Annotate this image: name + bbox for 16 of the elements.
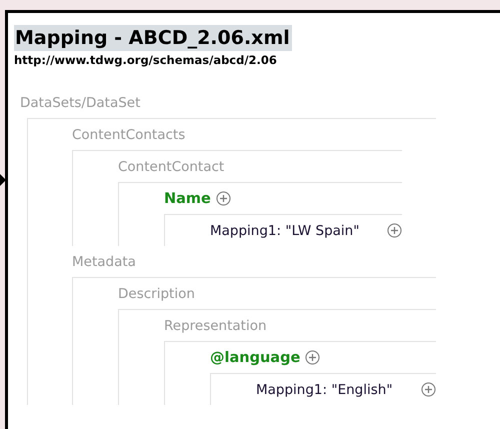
mapping-value[interactable]: Mapping1: "English" (256, 382, 393, 398)
tree-node[interactable]: ContentContacts (72, 126, 186, 142)
namespace-url: http://www.tdwg.org/schemas/abcd/2.06 (14, 53, 278, 67)
add-icon[interactable] (420, 382, 436, 397)
add-icon[interactable] (387, 223, 402, 238)
tree-node[interactable]: DataSets/DataSet (20, 94, 140, 110)
tree-node[interactable]: Description (118, 286, 195, 302)
add-icon[interactable] (305, 350, 320, 365)
tree-node[interactable]: Metadata (72, 254, 136, 270)
element-name[interactable]: Name (164, 190, 211, 206)
element-name[interactable]: @language (210, 350, 300, 366)
add-icon[interactable] (216, 191, 231, 206)
tree-node[interactable]: ContentContact (118, 158, 224, 174)
tree-node[interactable]: Representation (164, 318, 267, 334)
mapping-value[interactable]: Mapping1: "LW Spain" (210, 222, 360, 238)
page-title: Mapping - ABCD_2.06.xml (14, 25, 292, 51)
